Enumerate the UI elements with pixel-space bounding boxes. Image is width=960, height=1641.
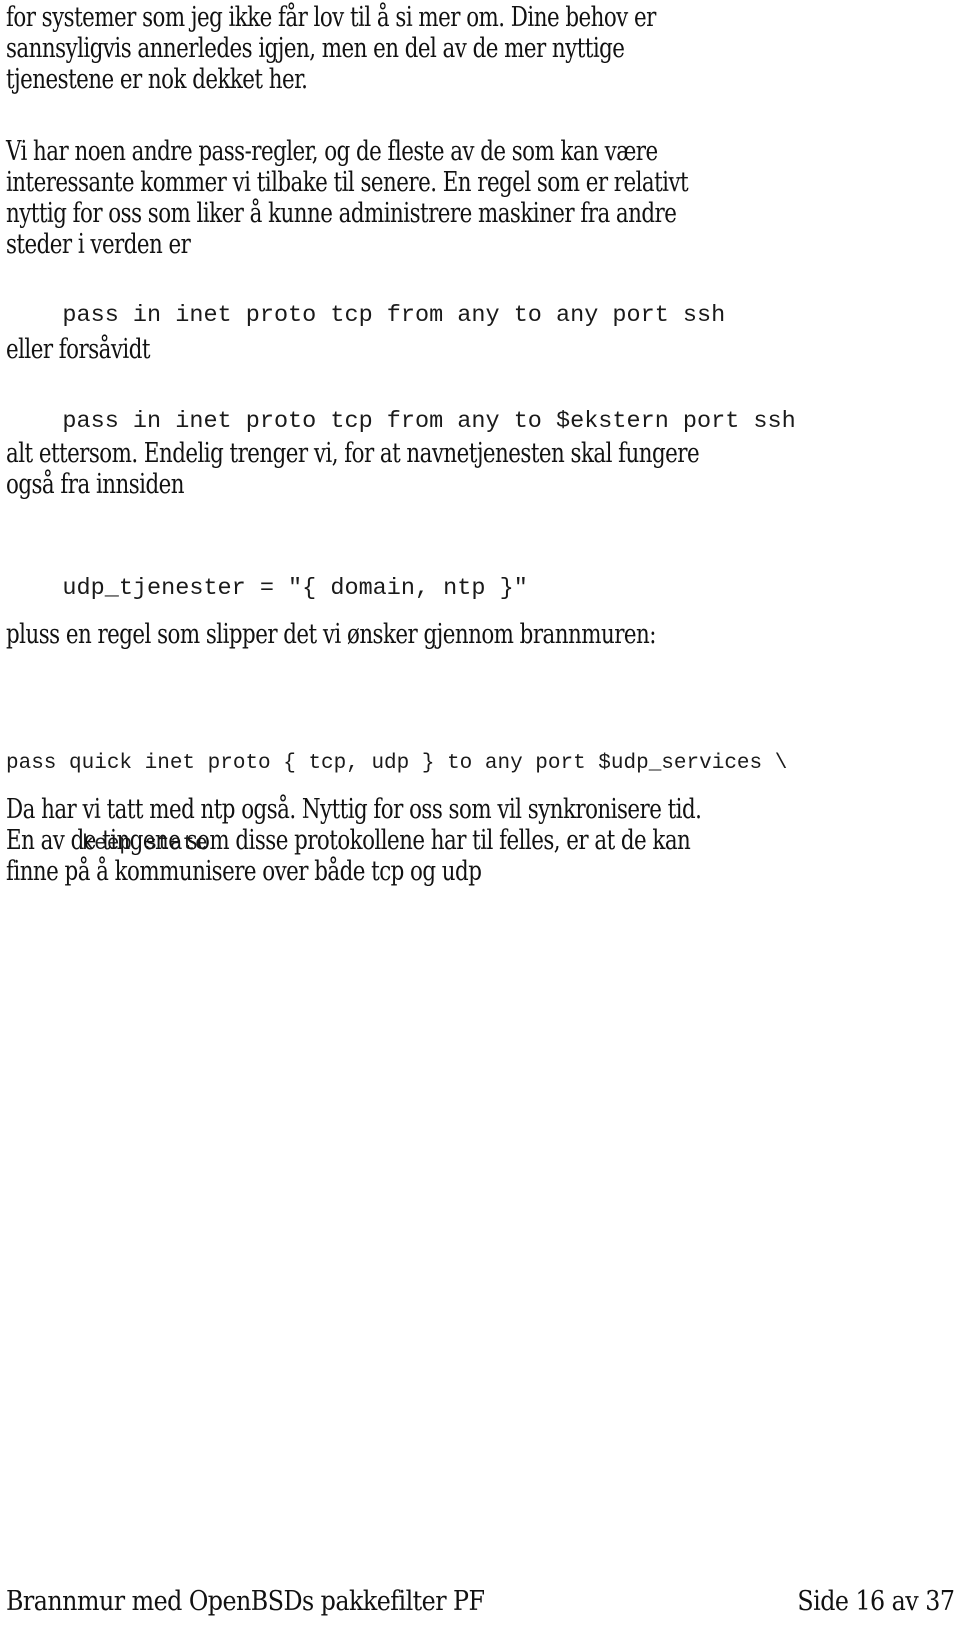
footer-page-number: Side 16 av 37 bbox=[797, 1586, 955, 1617]
text-line: alt ettersom. Endelig trenger vi, for at… bbox=[6, 438, 700, 469]
text-line: steder i verden er bbox=[6, 229, 191, 260]
paragraph-pass-rules: Vi har noen andre pass-regler, og de fle… bbox=[6, 136, 689, 260]
text-line: En av de tingene som disse protokollene … bbox=[6, 825, 691, 856]
paragraph-intro: for systemer som jeg ikke får lov til å … bbox=[6, 2, 656, 95]
text-line: eller forsåvidt bbox=[6, 334, 150, 365]
footer-title: Brannmur med OpenBSDs pakkefilter PF bbox=[6, 1586, 485, 1617]
paragraph-ntp: Da har vi tatt med ntp også. Nyttig for … bbox=[6, 794, 702, 887]
paragraph-navnetjeneste: alt ettersom. Endelig trenger vi, for at… bbox=[6, 438, 700, 500]
text-line: pluss en regel som slipper det vi ønsker… bbox=[6, 619, 656, 650]
text-line: for systemer som jeg ikke får lov til å … bbox=[6, 2, 656, 33]
text-line: sannsyligvis annerledes igjen, men en de… bbox=[6, 33, 625, 64]
text-line: interessante kommer vi tilbake til sener… bbox=[6, 167, 689, 198]
text-line: Da har vi tatt med ntp også. Nyttig for … bbox=[6, 794, 702, 825]
text-line: også fra innsiden bbox=[6, 469, 185, 500]
code-line: pass quick inet proto { tcp, udp } to an… bbox=[6, 752, 788, 775]
paragraph-eller: eller forsåvidt bbox=[6, 334, 150, 365]
code-line: pass in inet proto tcp from any to $ekst… bbox=[62, 408, 796, 435]
paragraph-pluss-regel: pluss en regel som slipper det vi ønsker… bbox=[6, 619, 656, 650]
code-line: udp_tjenester = "{ domain, ntp }" bbox=[62, 575, 528, 602]
text-line: finne på å kommunisere over både tcp og … bbox=[6, 856, 482, 887]
text-line: tjenestene er nok dekket her. bbox=[6, 64, 308, 95]
code-line: pass in inet proto tcp from any to any p… bbox=[62, 302, 726, 329]
text-line: Vi har noen andre pass-regler, og de fle… bbox=[6, 136, 658, 167]
text-line: nyttig for oss som liker å kunne adminis… bbox=[6, 198, 677, 229]
